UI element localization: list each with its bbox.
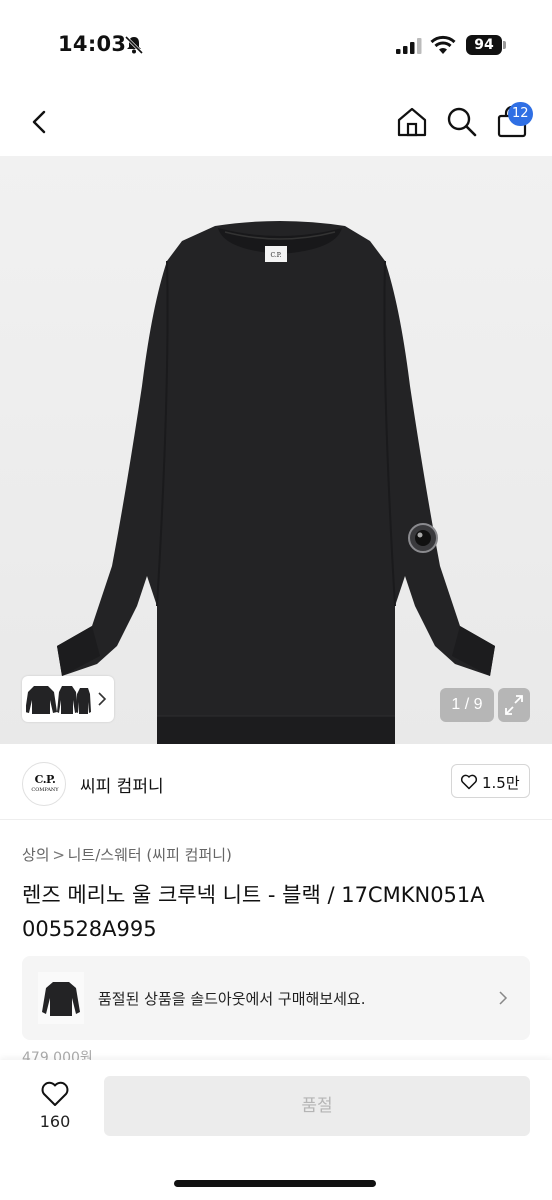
expand-button[interactable] — [498, 688, 530, 722]
chevron-right-icon — [98, 692, 107, 706]
breadcrumb-subcategory[interactable]: 니트/스웨터 (씨피 컴퍼니) — [68, 846, 232, 864]
chevron-right-icon — [499, 991, 508, 1005]
breadcrumb-category[interactable]: 상의 — [22, 846, 50, 864]
search-icon[interactable] — [442, 102, 482, 142]
breadcrumb-separator: > — [52, 846, 65, 864]
product-image: C.P. — [57, 221, 495, 744]
product-title: 렌즈 메리노 울 크루넥 니트 - 블랙 / 17CMKN051A 005528… — [22, 883, 485, 941]
bottom-action-bar: 160 품절 — [0, 1060, 552, 1200]
breadcrumb: 상의 > 니트/스웨터 (씨피 컴퍼니) — [22, 844, 232, 865]
battery-tip — [503, 41, 506, 49]
home-icon[interactable] — [392, 102, 432, 142]
thumbnail-images — [26, 686, 91, 714]
expand-icon — [505, 695, 523, 715]
battery-indicator: 94 — [466, 35, 502, 55]
brand-logo-text: C.P. — [34, 773, 56, 786]
brand-like-button[interactable]: 1.5만 — [451, 764, 530, 798]
status-bar: 14:03 94 — [0, 0, 552, 88]
wish-count: 160 — [39, 1112, 71, 1131]
thumbnail-strip[interactable] — [22, 676, 114, 722]
wifi-icon — [430, 35, 456, 54]
brand-like-count: 1.5만 — [482, 774, 520, 792]
cart-count-badge: 12 — [508, 102, 533, 126]
bell-muted-icon — [124, 35, 144, 55]
heart-icon — [460, 774, 478, 790]
svg-text:C.P.: C.P. — [270, 252, 281, 259]
product-image-gallery[interactable]: C.P. 1 / 9 — [0, 156, 552, 744]
sold-out-thumbnail — [38, 972, 84, 1024]
heart-icon[interactable] — [40, 1080, 70, 1108]
sold-out-button[interactable]: 품절 — [104, 1076, 530, 1136]
brand-logo: C.P. COMPANY — [22, 762, 66, 806]
home-indicator — [174, 1180, 376, 1187]
brand-name[interactable]: 씨피 컴퍼니 — [80, 772, 164, 797]
status-time: 14:03 — [58, 32, 127, 56]
sold-out-text: 품절된 상품을 솔드아웃에서 구매해보세요. — [98, 990, 366, 1008]
page-counter: 1 / 9 — [440, 688, 494, 722]
nav-bar — [0, 88, 552, 156]
signal-icon — [396, 38, 422, 54]
sold-out-banner[interactable]: 품절된 상품을 솔드아웃에서 구매해보세요. — [22, 956, 530, 1040]
chevron-left-icon[interactable] — [22, 104, 58, 140]
brand-row[interactable]: C.P. COMPANY 씨피 컴퍼니 1.5만 — [0, 744, 552, 820]
brand-logo-sub: COMPANY — [31, 787, 59, 793]
